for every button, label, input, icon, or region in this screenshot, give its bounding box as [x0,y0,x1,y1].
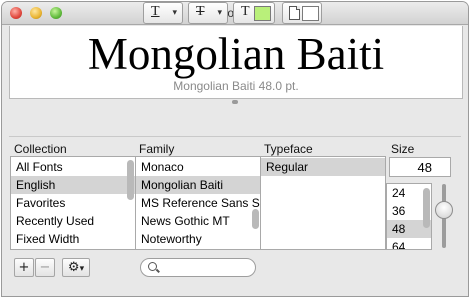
list-item[interactable]: Mongolian Baiti [136,176,260,194]
collection-list[interactable]: All Fonts English Favorites Recently Use… [10,156,136,250]
fonts-window: Fonts Mongolian Baiti Mongolian Baiti 48… [2,2,468,296]
list-item[interactable]: Monaco [136,158,260,176]
underline-button[interactable]: T ▾ [143,2,183,24]
collection-scrollbar[interactable] [127,160,134,200]
chevron-down-icon: ▾ [172,8,177,18]
preview-caption: Mongolian Baiti 48.0 pt. [173,79,299,93]
preview-sample-text: Mongolian Baiti [87,29,385,79]
collection-header: Collection [14,142,67,156]
document-color-button[interactable] [282,2,322,24]
list-item[interactable]: MS Reference Sans S [136,194,260,212]
chevron-down-icon: ▾ [217,8,222,18]
font-preview-pane: Mongolian Baiti Mongolian Baiti 48.0 pt. [9,26,463,99]
size-input[interactable]: 48 [389,157,451,177]
typeface-list[interactable]: Regular [260,156,386,250]
size-header: Size [391,142,415,156]
document-color-swatch [302,6,319,21]
size-scrollbar[interactable] [423,188,430,228]
chevron-down-icon: ▾ [79,264,85,274]
list-item[interactable]: Fixed Width [11,230,135,248]
text-color-button[interactable]: T [233,2,275,24]
family-header: Family [139,142,175,156]
toolbar-divider [9,136,461,137]
list-item[interactable]: Regular [261,158,385,176]
family-list[interactable]: Monaco Mongolian Baiti MS Reference Sans… [135,156,261,250]
font-search-field[interactable] [140,258,256,277]
search-icon [148,262,157,271]
add-collection-button[interactable]: + [14,258,34,277]
list-item[interactable]: Noteworthy [136,230,260,248]
list-item[interactable]: Favorites [11,194,135,212]
typeface-header: Typeface [264,142,313,156]
list-item[interactable]: News Gothic MT [136,212,260,230]
size-list[interactable]: 24 36 48 64 [386,183,432,250]
list-item[interactable]: English [11,176,135,194]
action-menu-button[interactable]: ⚙▾ [62,258,90,277]
size-slider-knob[interactable] [435,201,453,219]
family-scrollbar[interactable] [252,209,259,229]
remove-collection-button[interactable]: − [35,258,55,277]
list-item[interactable]: 64 [387,238,431,249]
list-item[interactable]: Recently Used [11,212,135,230]
preview-splitter-handle[interactable] [232,100,238,104]
strikethrough-button[interactable]: T ▾ [188,2,228,24]
underline-icon: T [151,4,160,19]
document-icon [289,6,300,20]
strikethrough-icon: T [196,4,205,19]
text-color-icon: T [241,4,250,19]
text-color-swatch [254,6,271,21]
list-item[interactable]: All Fonts [11,158,135,176]
gear-icon: ⚙ [67,260,80,275]
